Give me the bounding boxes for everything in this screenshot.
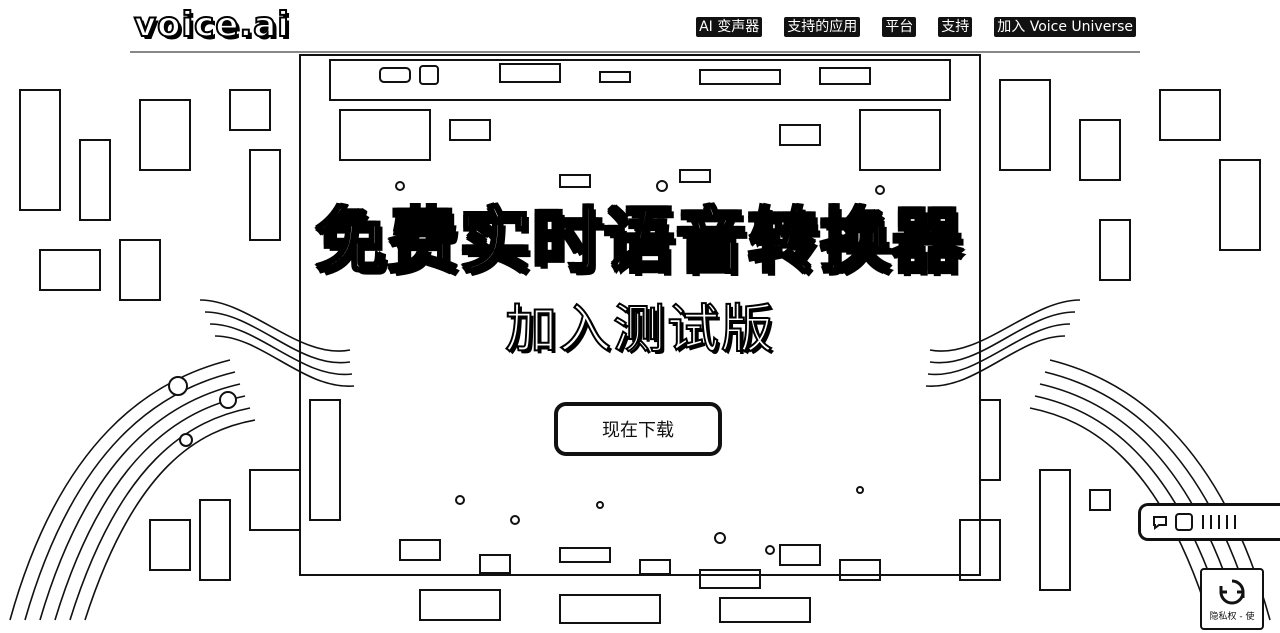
nav-item-ai-voice-changer[interactable]: AI 变声器 (696, 17, 763, 37)
recaptcha-badge[interactable]: 隐私权 - 使 (1200, 568, 1264, 630)
download-now-button[interactable]: 现在下载 (554, 402, 722, 456)
recaptcha-icon (1219, 579, 1245, 604)
nav-item-support[interactable]: 支持 (938, 17, 973, 37)
nav-item-join-voice-universe[interactable]: 加入 Voice Universe (994, 17, 1136, 37)
page: voice.ai AI 变声器 支持的应用 平台 支持 加入 Voice Uni… (0, 0, 1280, 633)
grid-icon (1202, 515, 1236, 529)
site-header: voice.ai AI 变声器 支持的应用 平台 支持 加入 Voice Uni… (0, 0, 1280, 56)
voice-ai-logo[interactable]: voice.ai (133, 4, 290, 46)
nav-item-platform[interactable]: 平台 (882, 17, 917, 37)
square-icon (1175, 513, 1193, 531)
recaptcha-privacy-text[interactable]: 隐私权 - 使 (1210, 609, 1255, 622)
hero-title: 免费实时语音转换器 (315, 199, 964, 284)
chat-icon (1153, 516, 1167, 530)
hero-subtitle: 加入测试版 (504, 299, 775, 361)
floating-side-widget[interactable] (1138, 503, 1280, 541)
main-nav: AI 变声器 支持的应用 平台 支持 加入 Voice Universe (696, 17, 1136, 37)
nav-item-supported-apps[interactable]: 支持的应用 (784, 17, 861, 37)
